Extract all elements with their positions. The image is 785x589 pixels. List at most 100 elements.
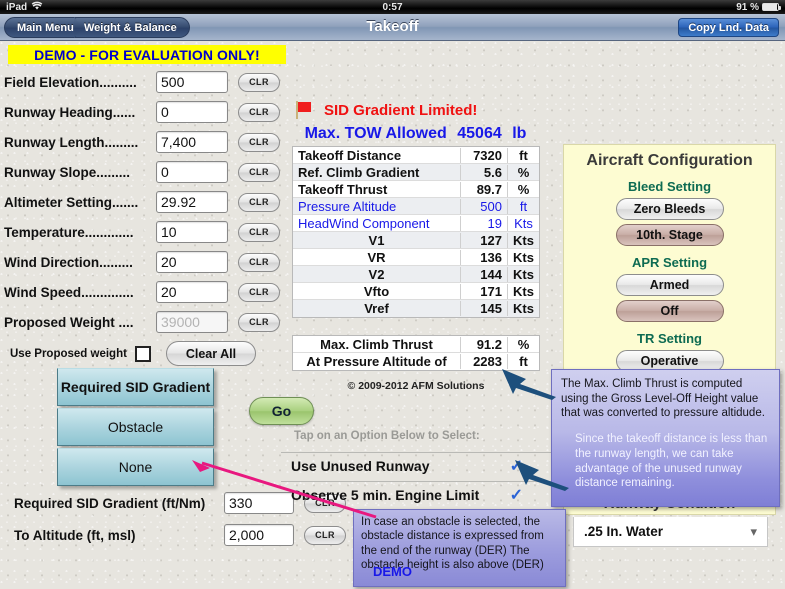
config-section-apr-setting: APR Setting (631, 255, 708, 270)
label-field-elevation: Field Elevation.......... (4, 74, 137, 90)
use-proposed-weight-checkbox[interactable] (134, 346, 151, 362)
runway-condition-value: .25 In. Water (584, 524, 664, 539)
copy-lnd-data-button[interactable]: Copy Lnd. Data (678, 18, 779, 37)
row-unit: Kts (507, 249, 539, 265)
clr-button-temperature[interactable]: CLR (238, 222, 280, 242)
takeoff-page: DEMO - FOR EVALUATION ONLY! Field Elevat… (0, 41, 785, 589)
field-row-to-altitude: To Altitude (ft, msl) 2,000 CLR (14, 523, 346, 547)
label-proposed-weight: Proposed Weight .... (4, 314, 134, 330)
row-value: 171 (460, 283, 507, 299)
field-row-wind-direction: Wind Direction......... 20 CLR (4, 249, 280, 275)
field-row-wind-speed: Wind Speed.............. 20 CLR (4, 279, 280, 305)
label-runway-length: Runway Length......... (4, 134, 139, 150)
row-unit: Kts (507, 301, 539, 316)
mode-button-obstacle[interactable]: Obstacle (57, 408, 214, 446)
row-value: 127 (460, 232, 507, 248)
pointer-line-obstacle (192, 460, 377, 519)
input-runway-length[interactable]: 7,400 (156, 131, 228, 153)
config-section-bleed-setting: Bleed Setting (627, 179, 712, 194)
row-label: Vref (364, 301, 389, 316)
clr-button-to-altitude[interactable]: CLR (304, 525, 346, 545)
row-unit: Kts (507, 232, 539, 248)
input-altimeter-setting[interactable]: 29.92 (156, 191, 228, 213)
red-flag-icon (296, 101, 314, 119)
label-temperature: Temperature............. (4, 224, 134, 240)
field-row-proposed-weight: Proposed Weight .... 39000 CLR (4, 309, 280, 335)
clr-button-proposed-weight[interactable]: CLR (238, 312, 280, 332)
field-row-field-elevation: Field Elevation.......... 500 CLR (4, 69, 280, 95)
max-tow-unit: lb (512, 125, 527, 142)
row-value: 144 (460, 266, 507, 282)
config-section-tr-setting: TR Setting (637, 331, 702, 346)
demo-banner: DEMO - FOR EVALUATION ONLY! (8, 45, 286, 64)
table-row: Max. Climb Thrust 91.2 % (293, 336, 539, 353)
row-unit: Kts (507, 266, 539, 282)
clr-button-runway-length[interactable]: CLR (238, 132, 280, 152)
limit-warning-text: SID Gradient Limited! (324, 101, 478, 119)
row-label: HeadWind Component (298, 215, 430, 231)
row-value: 19 (460, 215, 507, 231)
row-unit: % (507, 181, 539, 197)
row-unit: Kts (507, 215, 539, 231)
input-runway-slope[interactable]: 0 (156, 161, 228, 183)
bleed-button-10th-stage[interactable]: 10th. Stage (615, 224, 724, 246)
table-row: HeadWind Component 19 Kts (293, 215, 539, 232)
row-label: Max. Climb Thrust (320, 336, 433, 352)
table-row: Takeoff Distance 7320 ft (293, 147, 539, 164)
use-proposed-weight-control[interactable]: Use Proposed weight (10, 346, 151, 362)
go-button[interactable]: Go (249, 397, 314, 425)
table-row: Ref. Climb Gradient 5.6 % (293, 164, 539, 181)
clr-button-runway-heading[interactable]: CLR (238, 102, 280, 122)
clr-button-runway-slope[interactable]: CLR (238, 162, 280, 182)
runway-condition-select[interactable]: .25 In. Water ▾ (573, 517, 768, 547)
results-table-primary: Takeoff Distance 7320 ft Ref. Climb Grad… (292, 146, 540, 318)
row-value: 7320 (460, 147, 507, 163)
max-tow-value: 45064 (457, 125, 502, 142)
demo-footer: DEMO (373, 564, 412, 579)
row-label: Ref. Climb Gradient (298, 164, 420, 180)
navigation-bar: Main Menu Weight & Balance Takeoff Copy … (0, 14, 785, 41)
max-tow-label: Max. TOW Allowed (304, 125, 447, 142)
input-wind-direction[interactable]: 20 (156, 251, 228, 273)
apr-button-armed[interactable]: Armed (615, 274, 724, 296)
row-label: Takeoff Distance (298, 147, 402, 163)
chevron-down-icon: ▾ (750, 523, 757, 539)
row-value: 89.7 (460, 181, 507, 197)
input-wind-speed[interactable]: 20 (156, 281, 228, 303)
table-row: Vfto 171 Kts (293, 283, 539, 300)
input-temperature[interactable]: 10 (156, 221, 228, 243)
row-unit: ft (507, 147, 539, 163)
field-row-runway-length: Runway Length......... 7,400 CLR (4, 129, 280, 155)
field-row-altimeter-setting: Altimeter Setting....... 29.92 CLR (4, 189, 280, 215)
label-wind-direction: Wind Direction......... (4, 254, 133, 270)
status-clock: 0:57 (382, 1, 403, 13)
input-proposed-weight[interactable]: 39000 (156, 311, 228, 333)
clr-button-field-elevation[interactable]: CLR (238, 72, 280, 92)
options-header: Tap on an Option Below to Select: (294, 430, 480, 442)
clear-all-button[interactable]: Clear All (166, 341, 256, 366)
table-row: Vref 145 Kts (293, 300, 539, 317)
row-value: 145 (460, 301, 507, 316)
battery-icon (762, 3, 781, 11)
clr-button-wind-direction[interactable]: CLR (238, 252, 280, 272)
apr-button-off[interactable]: Off (615, 300, 724, 322)
table-row: VR 136 Kts (293, 249, 539, 266)
field-row-runway-slope: Runway Slope......... 0 CLR (4, 159, 280, 185)
row-label: Vfto (363, 283, 390, 299)
row-label: VR (367, 249, 386, 265)
input-to-altitude[interactable]: 2,000 (224, 524, 294, 546)
row-value: 136 (460, 249, 507, 265)
clr-button-altimeter-setting[interactable]: CLR (238, 192, 280, 212)
label-runway-slope: Runway Slope......... (4, 164, 131, 180)
clr-button-wind-speed[interactable]: CLR (238, 282, 280, 302)
page-title: Takeoff (366, 18, 419, 35)
table-row: Takeoff Thrust 89.7 % (293, 181, 539, 198)
input-field-elevation[interactable]: 500 (156, 71, 228, 93)
table-row: Pressure Altitude 500 ft (293, 198, 539, 215)
mode-button-required-sid-gradient[interactable]: Required SID Gradient (57, 368, 214, 406)
row-label: Pressure Altitude (298, 198, 397, 214)
input-runway-heading[interactable]: 0 (156, 101, 228, 123)
label-altimeter-setting: Altimeter Setting....... (4, 194, 139, 210)
row-unit: Kts (507, 283, 539, 299)
bleed-button-zero-bleeds[interactable]: Zero Bleeds (615, 198, 724, 220)
